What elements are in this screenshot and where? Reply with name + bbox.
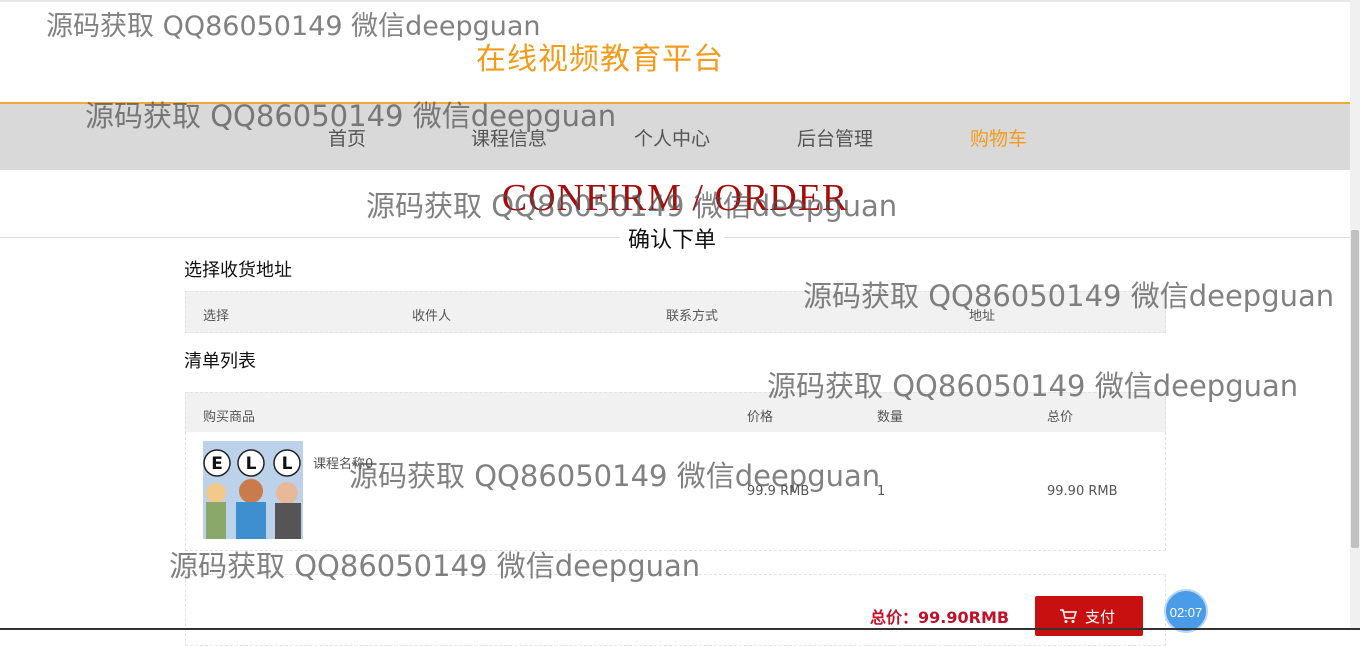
course-name[interactable]: 课程名称0 bbox=[313, 453, 373, 472]
nav-item-courses[interactable]: 课程信息 bbox=[471, 124, 547, 151]
thumb-letter: L bbox=[246, 454, 257, 474]
list-col-total: 总价 bbox=[1047, 410, 1074, 425]
hero-title-en: CONFIRM / ORDER bbox=[501, 177, 849, 219]
thumb-letter: L bbox=[282, 454, 293, 474]
hero-title-cn: 确认下单 bbox=[620, 222, 725, 254]
address-col-select: 选择 bbox=[203, 309, 230, 324]
scrollbar-thumb[interactable] bbox=[1351, 230, 1359, 548]
countdown-timer[interactable]: 02:07 bbox=[1164, 589, 1208, 633]
list-col-product: 购买商品 bbox=[203, 410, 256, 425]
address-col-recipient: 收件人 bbox=[412, 309, 452, 324]
pay-button[interactable]: 支付 bbox=[1035, 596, 1143, 636]
list-col-price: 价格 bbox=[747, 410, 774, 425]
order-total-label: 总价： bbox=[870, 608, 919, 627]
order-total: 总价：99.90RMB bbox=[870, 604, 1009, 628]
address-col-address: 地址 bbox=[969, 309, 996, 324]
course-thumbnail[interactable]: E L L bbox=[203, 441, 303, 539]
main-nav: 首页 课程信息 个人中心 后台管理 购物车 bbox=[0, 102, 1350, 170]
item-quantity: 1 bbox=[877, 484, 886, 499]
pay-button-label: 支付 bbox=[1085, 608, 1116, 626]
table-row: E L L 课程名称0 99.9 RMB 1 99.90 RMB bbox=[185, 432, 1166, 551]
address-section-title: 选择收货地址 bbox=[184, 260, 292, 281]
address-col-contact: 联系方式 bbox=[666, 309, 719, 324]
cart-icon bbox=[1059, 608, 1078, 628]
top-border bbox=[0, 0, 1360, 2]
order-footer bbox=[185, 574, 1166, 646]
list-col-quantity: 数量 bbox=[877, 410, 904, 425]
list-section-title: 清单列表 bbox=[184, 351, 256, 372]
nav-item-admin[interactable]: 后台管理 bbox=[797, 124, 873, 151]
nav-item-profile[interactable]: 个人中心 bbox=[634, 124, 710, 151]
nav-item-cart[interactable]: 购物车 bbox=[970, 124, 1027, 151]
site-title: 在线视频教育平台 bbox=[476, 42, 724, 77]
order-total-value: 99.90RMB bbox=[918, 608, 1010, 627]
item-subtotal: 99.90 RMB bbox=[1047, 484, 1118, 499]
list-table-header: 购买商品 价格 数量 总价 bbox=[185, 392, 1166, 434]
address-table-header: 选择 收件人 联系方式 地址 bbox=[185, 291, 1166, 333]
nav-item-home[interactable]: 首页 bbox=[328, 124, 366, 151]
thumb-letter: E bbox=[211, 454, 223, 474]
item-price: 99.9 RMB bbox=[747, 484, 810, 499]
